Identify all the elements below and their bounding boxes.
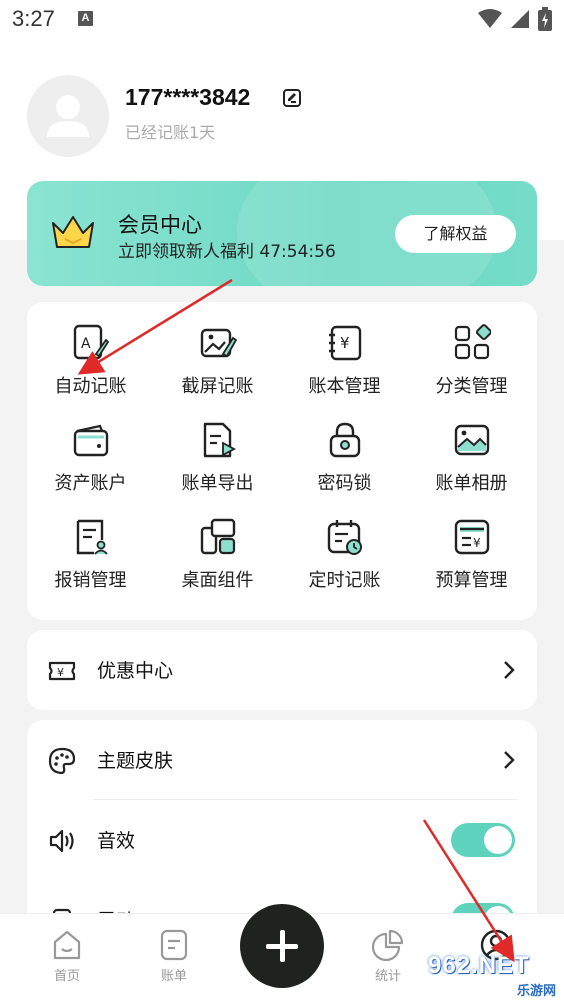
grid-item-category[interactable]: 分类管理 (408, 302, 535, 397)
grid-label: 预算管理 (435, 570, 508, 591)
grid-item-wallet[interactable]: 资产账户 (27, 399, 154, 494)
grid-label: 自动记账 (54, 376, 127, 397)
nav-stats[interactable]: 统计 (348, 928, 428, 984)
battery-icon (538, 7, 552, 31)
nav-home[interactable]: 首页 (27, 928, 107, 984)
grid-item-export[interactable]: 账单导出 (154, 399, 281, 494)
nav-label: 统计 (374, 969, 401, 984)
sound-effect-row: 音效 (27, 800, 537, 880)
watermark-brand: 962.NET (428, 952, 530, 979)
grid-item-auto-record[interactable]: A 自动记账 (27, 302, 154, 397)
nav-label: 账单 (160, 969, 187, 984)
add-record-button[interactable] (240, 904, 324, 988)
feature-grid: A 自动记账 截屏记账 ¥ 账本管理 分类管理 资产账户 账单导出 密码锁 账单… (27, 302, 537, 620)
svg-text:¥: ¥ (473, 536, 481, 550)
grid-label: 账本管理 (308, 376, 381, 397)
site-watermark: 962.NET 乐游网 (428, 952, 560, 1000)
coupon-center-row[interactable]: ¥ 优惠中心 (27, 630, 537, 710)
budget-icon: ¥ (454, 519, 490, 555)
coupon-label: 优惠中心 (97, 660, 174, 682)
vip-subtitle: 立即领取新人福利 47:54:56 (118, 242, 336, 262)
svg-text:A: A (81, 336, 91, 352)
edit-icon[interactable] (282, 88, 302, 108)
wifi-icon (478, 9, 502, 28)
grid-item-reimburse[interactable]: 报销管理 (27, 496, 154, 591)
grid-label: 资产账户 (54, 473, 127, 494)
grid-label: 账单相册 (435, 473, 508, 494)
grid-item-lock[interactable]: 密码锁 (281, 399, 408, 494)
sound-effect-toggle[interactable] (451, 823, 515, 857)
svg-text:¥: ¥ (340, 334, 350, 352)
ledger-icon: ¥ (329, 325, 362, 361)
coupon-icon: ¥ (48, 661, 76, 681)
timer-record-icon (327, 520, 362, 555)
home-icon (53, 930, 81, 960)
vip-card[interactable]: 会员中心 立即领取新人福利 47:54:56 了解权益 (27, 181, 537, 286)
reimburse-icon (76, 519, 108, 555)
learn-benefits-button[interactable]: 了解权益 (395, 215, 516, 253)
signal-icon (511, 10, 529, 28)
theme-skin-label: 主题皮肤 (97, 750, 174, 772)
screenshot-record-icon (200, 328, 237, 358)
chevron-right-icon (504, 661, 515, 679)
grid-label: 定时记账 (308, 570, 381, 591)
grid-label: 密码锁 (317, 473, 372, 494)
auto-record-icon: A (73, 324, 110, 360)
notification-a-icon: A (78, 11, 93, 26)
nav-bills[interactable]: 账单 (134, 928, 214, 984)
grid-item-timer-record[interactable]: 定时记账 (281, 496, 408, 591)
grid-label: 截屏记账 (181, 376, 254, 397)
grid-label: 报销管理 (54, 570, 127, 591)
category-icon (454, 324, 491, 360)
svg-text:¥: ¥ (57, 666, 64, 679)
grid-item-widget[interactable]: 桌面组件 (154, 496, 281, 591)
status-bar: 3:27 A (0, 0, 564, 40)
speaker-icon (49, 829, 74, 853)
grid-item-screenshot-record[interactable]: 截屏记账 (154, 302, 281, 397)
wallet-icon (73, 424, 109, 457)
avatar[interactable] (27, 75, 109, 157)
coupon-card: ¥ 优惠中心 (27, 630, 537, 710)
palette-icon (48, 747, 76, 775)
nav-label: 首页 (53, 969, 80, 984)
grid-item-budget[interactable]: ¥ 预算管理 (408, 496, 535, 591)
grid-label: 账单导出 (181, 473, 254, 494)
chevron-right-icon (504, 751, 515, 769)
export-icon (203, 422, 236, 458)
bill-icon (160, 929, 188, 961)
status-icons (478, 7, 552, 31)
widget-icon (200, 518, 236, 555)
watermark-site: 乐游网 (516, 984, 556, 999)
grid-item-album[interactable]: 账单相册 (408, 399, 535, 494)
grid-label: 分类管理 (435, 376, 508, 397)
username[interactable]: 177****3842 (125, 84, 250, 111)
user-placeholder-icon (47, 95, 89, 137)
record-days: 已经记账1天 (125, 123, 216, 142)
grid-label: 桌面组件 (181, 570, 254, 591)
album-icon (454, 424, 490, 456)
pie-chart-icon (371, 929, 404, 962)
vip-title: 会员中心 (118, 213, 202, 237)
sound-effect-label: 音效 (97, 830, 136, 852)
crown-icon (52, 216, 94, 248)
status-time: 3:27 (12, 6, 55, 31)
grid-item-ledger[interactable]: ¥ 账本管理 (281, 302, 408, 397)
theme-skin-row[interactable]: 主题皮肤 (27, 720, 537, 800)
lock-icon (329, 422, 361, 458)
